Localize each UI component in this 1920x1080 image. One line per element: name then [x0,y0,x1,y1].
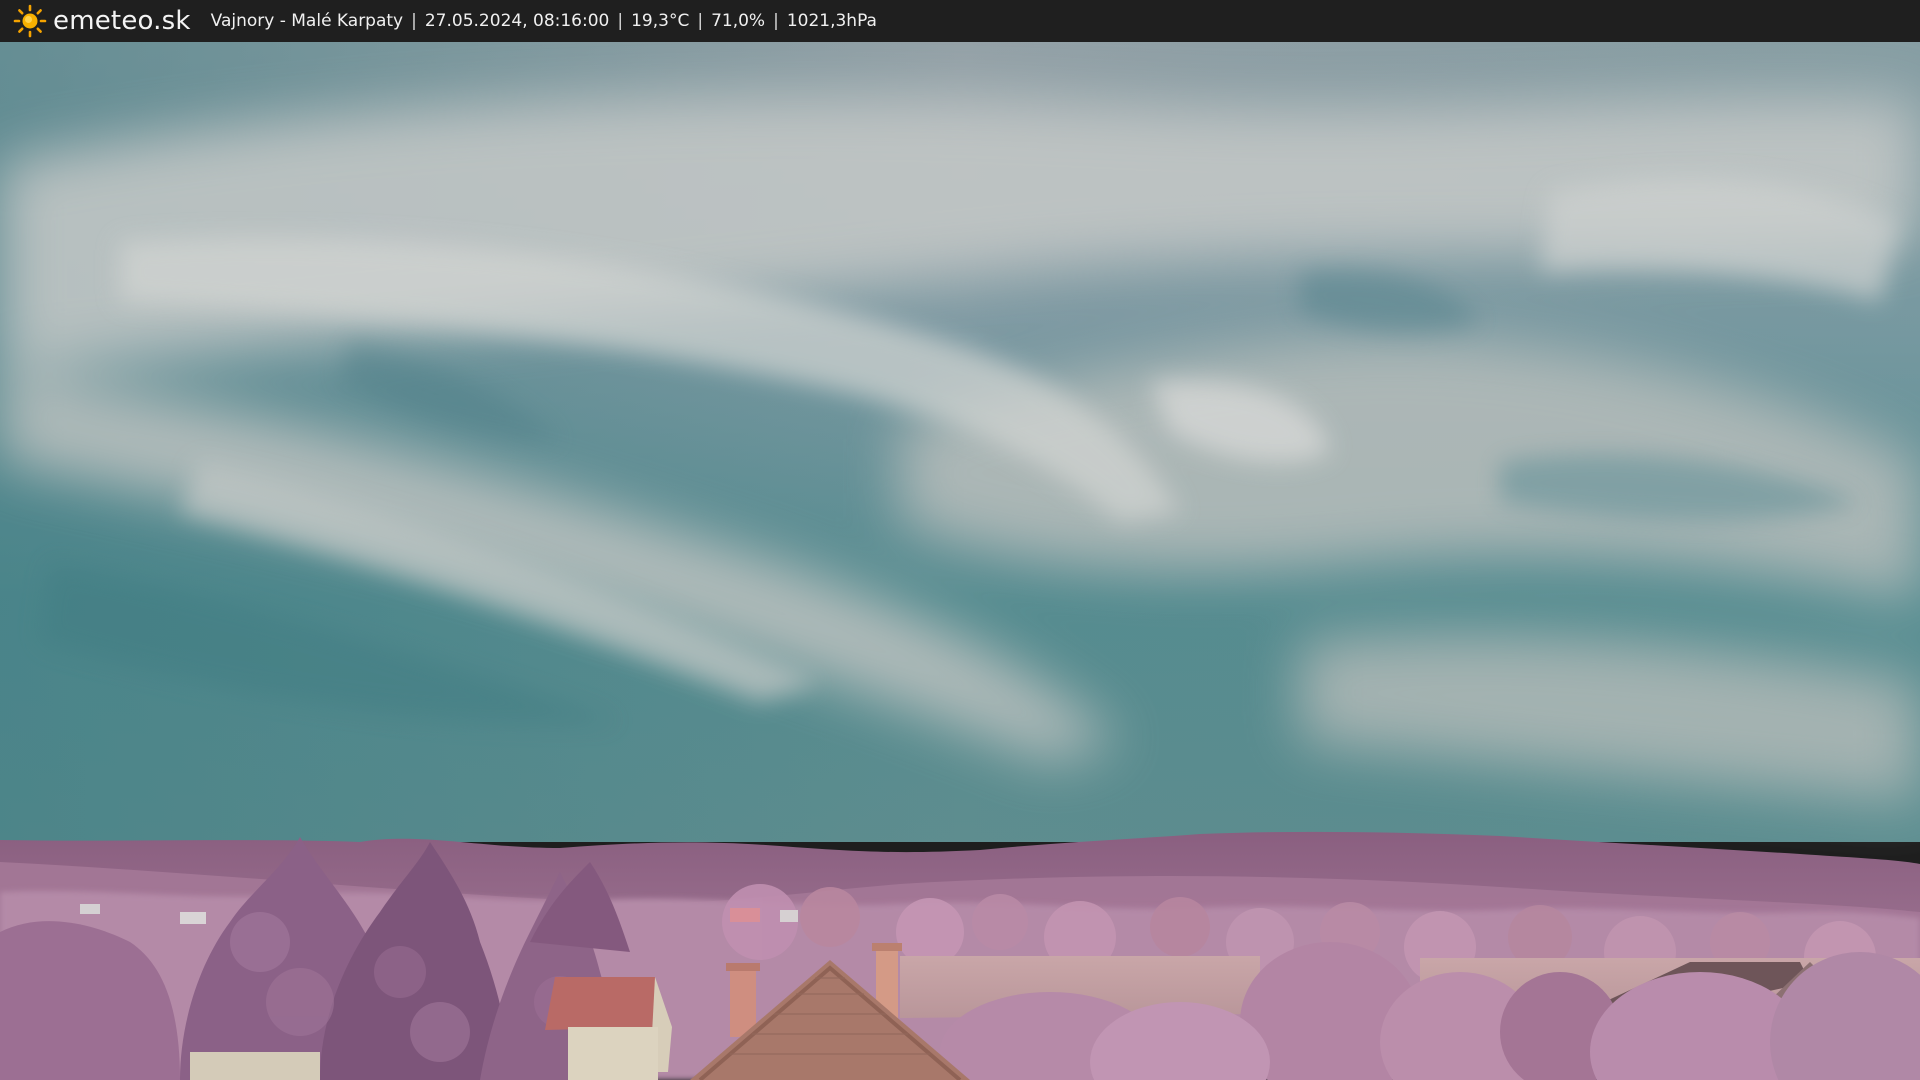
temperature-label: 19,3°C [631,11,690,31]
datetime-label: 27.05.2024, 08:16:00 [424,11,610,31]
caption-bar: emeteo.sk Vajnory - Malé Karpaty | 27.05… [0,0,1920,42]
separator: | [697,11,704,31]
webcam-image [0,42,1920,1080]
separator: | [773,11,779,31]
location-label: Vajnory - Malé Karpaty [210,11,404,31]
pressure-label: 1021,3hPa [786,11,877,31]
humidity-label: 71,0% [711,11,766,31]
separator: | [617,11,624,31]
sun-icon [13,4,47,38]
separator: | [411,11,417,31]
webcam-frame: emeteo.sk Vajnory - Malé Karpaty | 27.05… [0,0,1920,1080]
brand-name[interactable]: emeteo.sk [53,6,191,36]
